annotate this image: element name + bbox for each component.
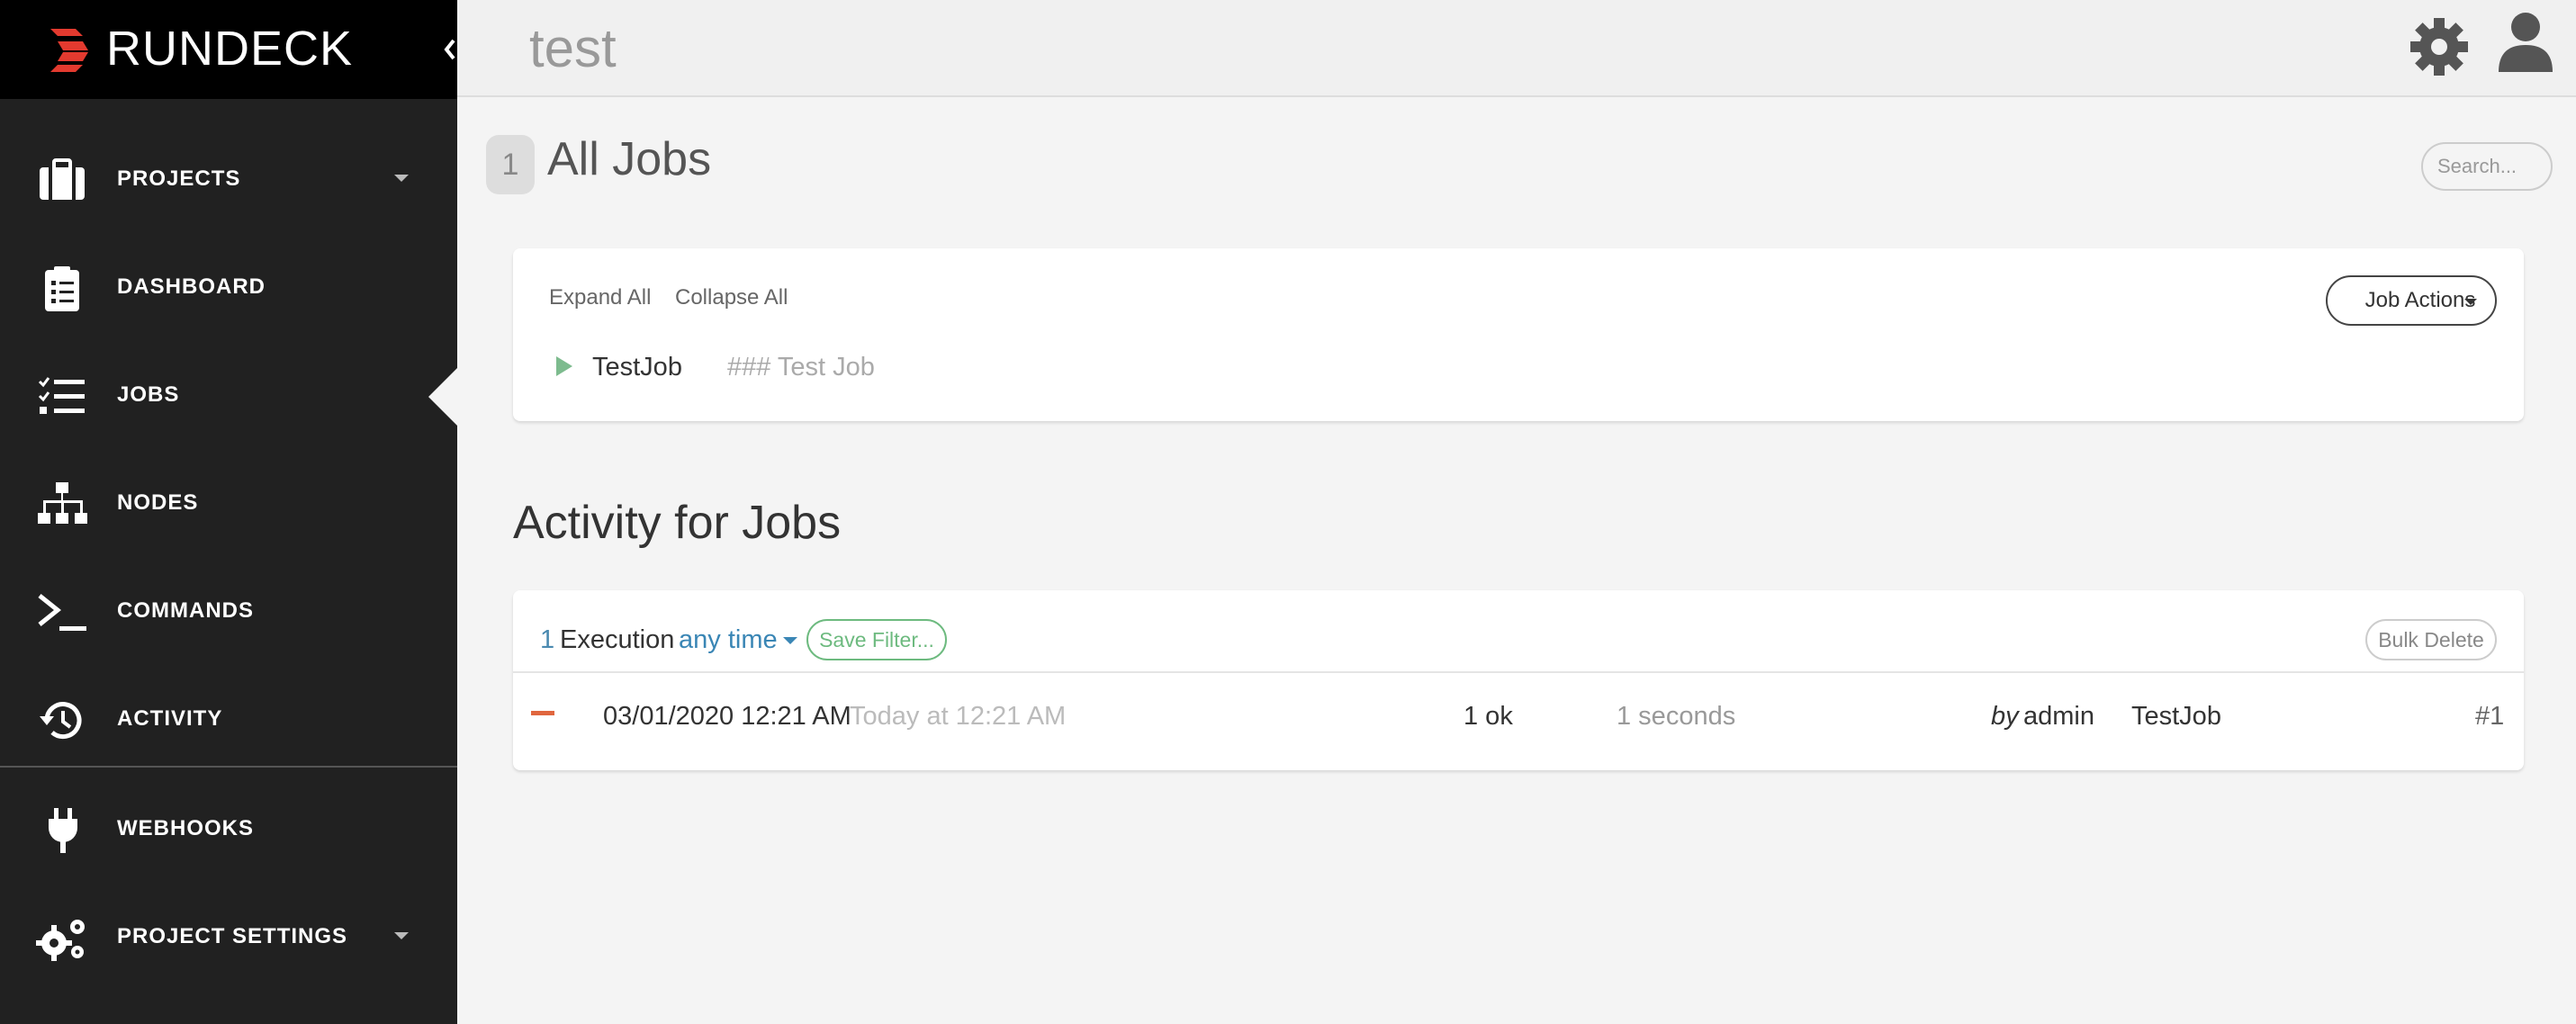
collapse-all-link[interactable]: Collapse All: [675, 284, 788, 311]
top-bar: test: [457, 0, 2576, 97]
sidebar-item-projects[interactable]: PROJECTS: [0, 126, 457, 234]
brand-header: RUNDECK: [0, 0, 457, 99]
play-icon[interactable]: [556, 356, 572, 376]
job-name-link[interactable]: TestJob: [592, 351, 682, 383]
history-icon: [40, 702, 82, 740]
caret-down-icon: [2464, 299, 2477, 305]
sidebar-item-label: PROJECTS: [117, 166, 241, 191]
gear-icon[interactable]: [2407, 14, 2472, 79]
clipboard-icon: [45, 266, 79, 311]
job-actions-label: Job Actions: [2364, 288, 2476, 312]
execution-user: admin: [2023, 702, 2094, 731]
sidebar-item-jobs[interactable]: JOBS: [0, 342, 457, 450]
active-item-indicator: [428, 368, 457, 426]
jobs-list-card: Expand All Collapse All Job Actions Test…: [513, 248, 2524, 421]
briefcase-icon: [40, 158, 85, 200]
tasks-icon: [38, 377, 85, 414]
sidebar-item-webhooks[interactable]: WEBHOOKS: [0, 776, 457, 884]
execution-relative-time: Today at 12:21 AM: [850, 702, 1067, 731]
execution-row[interactable]: 03/01/2020 12:21 AM Today at 12:21 AM 1 …: [513, 675, 2524, 756]
sidebar-item-nodes[interactable]: NODES: [0, 450, 457, 558]
chevron-down-icon: [394, 175, 409, 182]
execution-count: 1: [540, 625, 555, 654]
brand-name[interactable]: RUNDECK: [106, 22, 353, 76]
activity-heading: Activity for Jobs: [513, 497, 842, 549]
sidebar-item-label: NODES: [117, 490, 199, 515]
save-filter-button[interactable]: Save Filter...: [806, 619, 947, 660]
activity-card: 1 Execution any time Save Filter... Bulk…: [513, 590, 2524, 770]
execution-label: Execution: [560, 625, 675, 654]
sidebar-item-label: COMMANDS: [117, 598, 254, 623]
execution-job-name[interactable]: TestJob: [2131, 700, 2221, 732]
sidebar-item-label: JOBS: [117, 382, 180, 407]
execution-number[interactable]: #1: [2475, 700, 2504, 732]
plug-icon: [49, 808, 77, 853]
search-input[interactable]: [2421, 142, 2553, 191]
project-title[interactable]: test: [529, 18, 617, 79]
execution-result: 1 ok: [1464, 702, 1513, 731]
job-actions-button[interactable]: Job Actions: [2326, 275, 2497, 326]
sidebar: RUNDECK PROJECTS DASHBOARD JOBS NODES CO…: [0, 0, 486, 1024]
sidebar-item-label: DASHBOARD: [117, 274, 266, 299]
bulk-delete-button[interactable]: Bulk Delete: [2365, 619, 2497, 660]
sidebar-item-label: WEBHOOKS: [117, 816, 254, 840]
execution-duration: 1 seconds: [1617, 702, 1736, 731]
page-title: All Jobs: [547, 133, 712, 185]
expand-all-link[interactable]: Expand All: [549, 284, 651, 311]
sidebar-item-dashboard[interactable]: DASHBOARD: [0, 234, 457, 342]
job-count-badge: 1: [486, 135, 535, 194]
execution-date: 03/01/2020 12:21 AM: [603, 702, 851, 731]
sidebar-divider: [0, 766, 457, 768]
rundeck-logo-icon[interactable]: [45, 27, 90, 74]
terminal-icon: [38, 594, 86, 631]
execution-by-label: by: [1991, 702, 2019, 731]
user-icon[interactable]: [2493, 9, 2558, 74]
chevron-down-icon: [394, 932, 409, 939]
job-description: ### Test Job: [727, 353, 875, 382]
activity-toolbar: 1 Execution any time Save Filter... Bulk…: [513, 590, 2524, 673]
sitemap-icon: [38, 482, 87, 524]
caret-down-icon[interactable]: [783, 637, 797, 644]
cogs-icon: [36, 920, 85, 961]
time-filter-dropdown[interactable]: any time: [679, 624, 778, 655]
status-failed-icon: [531, 711, 554, 715]
sidebar-item-activity[interactable]: ACTIVITY: [0, 666, 457, 774]
sidebar-item-commands[interactable]: COMMANDS: [0, 558, 457, 666]
sidebar-item-label: ACTIVITY: [117, 706, 223, 731]
sidebar-item-label: PROJECT SETTINGS: [117, 924, 348, 948]
sidebar-item-project-settings[interactable]: PROJECT SETTINGS: [0, 884, 457, 992]
